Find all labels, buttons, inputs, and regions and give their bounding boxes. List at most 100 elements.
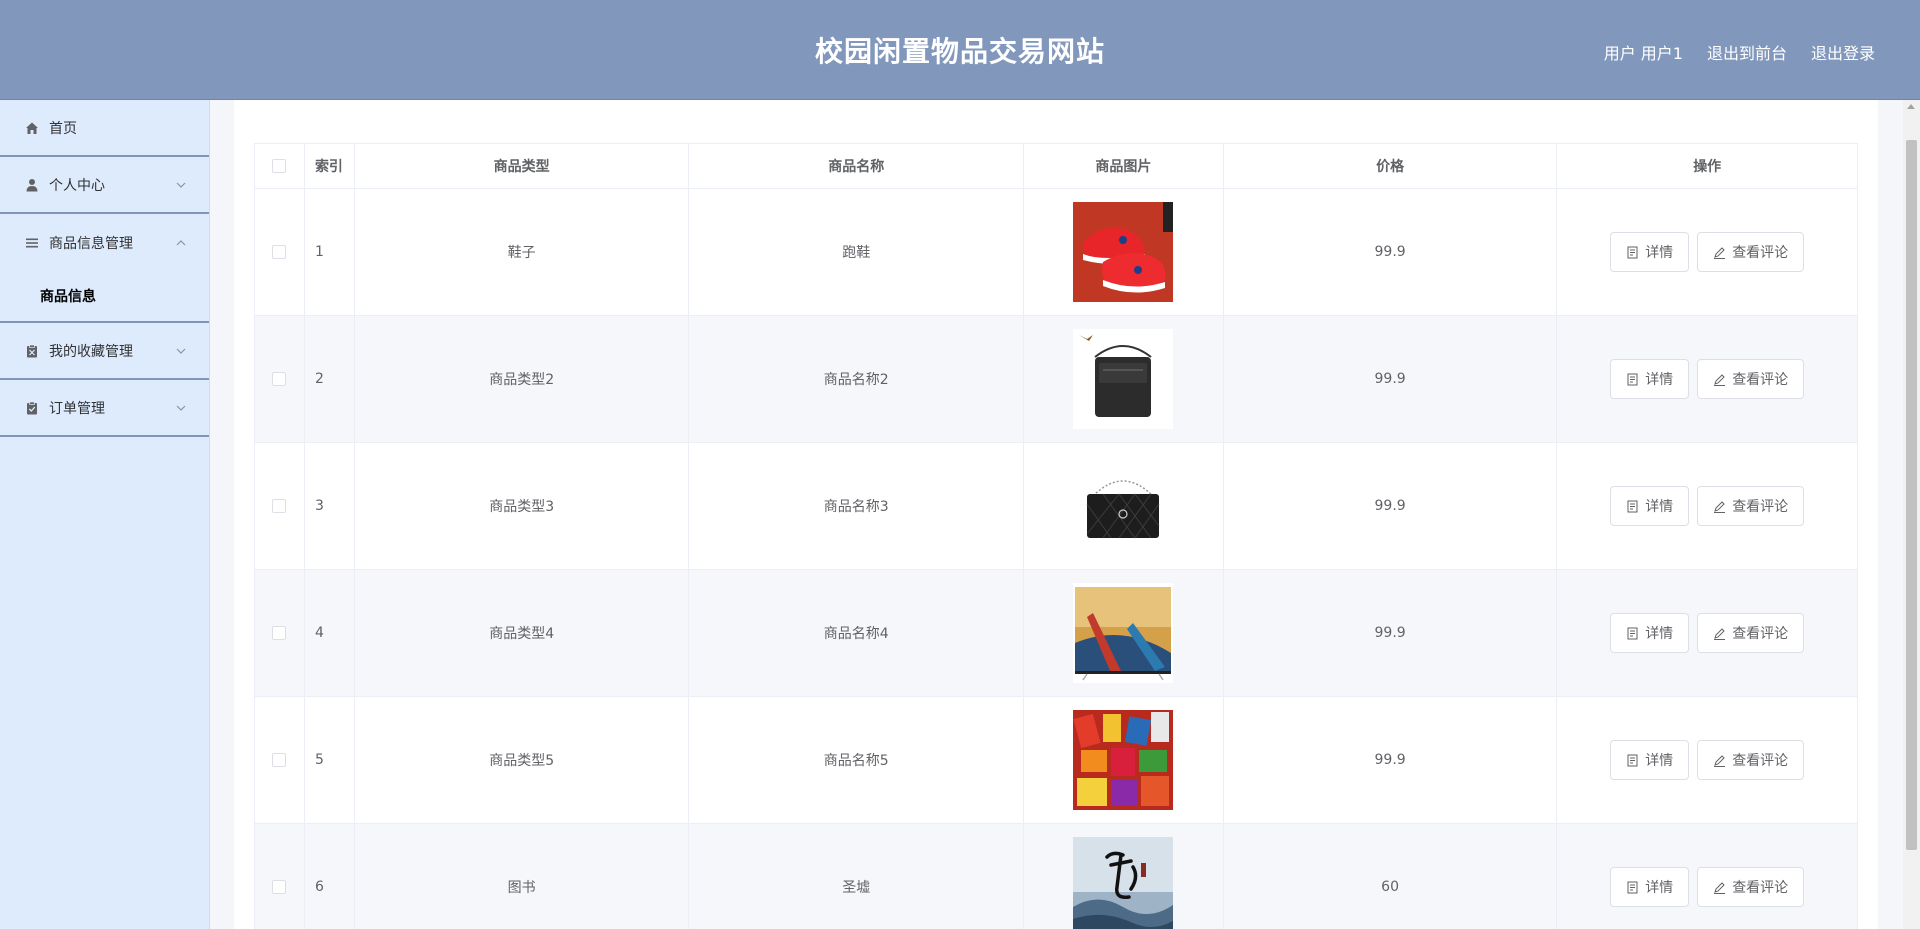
row-type: 商品类型2: [355, 316, 690, 442]
row-checkbox[interactable]: [272, 245, 287, 259]
row-price: 99.9: [1224, 189, 1558, 315]
row-type: 商品类型4: [355, 570, 690, 696]
row-price: 99.9: [1224, 697, 1558, 823]
header-price: 价格: [1224, 144, 1558, 188]
row-name: 商品名称5: [689, 697, 1025, 823]
sidebar-item-personal-center[interactable]: 个人中心: [0, 157, 209, 214]
sidebar: 首页 个人中心 商品信息管理 商品信息 我的收藏管理 订单管理: [0, 100, 210, 929]
row-name: 商品名称2: [689, 316, 1025, 442]
scrollbar-thumb[interactable]: [1906, 140, 1917, 850]
edit-icon: [1714, 627, 1726, 640]
row-price: 99.9: [1224, 316, 1558, 442]
edit-icon: [1714, 246, 1726, 259]
detail-button[interactable]: 详情: [1610, 359, 1690, 399]
view-comments-button[interactable]: 查看评论: [1697, 359, 1805, 399]
clipboard-icon: [24, 343, 40, 359]
chevron-down-icon: [176, 348, 186, 354]
select-all-checkbox[interactable]: [272, 159, 287, 173]
row-type: 图书: [355, 824, 690, 929]
back-to-front-link[interactable]: 退出到前台: [1707, 40, 1787, 64]
product-image-red-shoes[interactable]: [1073, 202, 1174, 302]
row-index: 6: [305, 824, 355, 929]
view-comments-button[interactable]: 查看评论: [1697, 486, 1805, 526]
row-type: 鞋子: [355, 189, 690, 315]
detail-button[interactable]: 详情: [1610, 486, 1690, 526]
table-row: 2 商品类型2 商品名称2 99.9 详情 查看评论: [255, 316, 1857, 443]
product-image-book-cover[interactable]: [1073, 837, 1174, 929]
document-icon: [1627, 881, 1638, 893]
sidebar-item-home[interactable]: 首页: [0, 100, 209, 157]
header-ops: 操作: [1693, 159, 1722, 175]
row-type: 商品类型3: [355, 443, 690, 569]
table-row: 1 鞋子 跑鞋 99.9 详情 查看评论: [255, 189, 1857, 316]
header-name: 商品名称: [689, 144, 1025, 188]
document-icon: [1627, 754, 1638, 766]
edit-icon: [1714, 754, 1726, 767]
chevron-up-icon: [176, 239, 186, 245]
view-comments-button[interactable]: 查看评论: [1697, 740, 1805, 780]
logout-link[interactable]: 退出登录: [1811, 40, 1875, 64]
row-name: 跑鞋: [689, 189, 1025, 315]
main-content: 索引 商品类型 商品名称 商品图片 价格 操作 1 鞋子 跑鞋 99.9 详情 …: [234, 100, 1878, 929]
chevron-down-icon: [176, 182, 186, 188]
product-image-snacks[interactable]: [1073, 710, 1174, 810]
sidebar-item-label: 我的收藏管理: [49, 343, 133, 360]
detail-button[interactable]: 详情: [1610, 867, 1690, 907]
sidebar-item-label: 订单管理: [49, 400, 105, 417]
row-index: 3: [305, 443, 355, 569]
row-index: 4: [305, 570, 355, 696]
row-price: 99.9: [1224, 570, 1558, 696]
header-actions: 用户 用户1 退出到前台 退出登录: [1604, 40, 1875, 64]
detail-button[interactable]: 详情: [1610, 232, 1690, 272]
view-comments-button[interactable]: 查看评论: [1697, 613, 1805, 653]
table-header: 索引 商品类型 商品名称 商品图片 价格 操作: [255, 144, 1857, 189]
edit-icon: [1714, 500, 1726, 513]
sidebar-item-label: 个人中心: [49, 177, 105, 194]
edit-icon: [1714, 373, 1726, 386]
sidebar-item-order-management[interactable]: 订单管理: [0, 380, 209, 437]
document-icon: [1627, 500, 1638, 512]
sidebar-item-label: 商品信息管理: [49, 235, 133, 252]
table-row: 6 图书 圣墟 60 详情 查看评论: [255, 824, 1857, 929]
scroll-up-arrow-icon[interactable]: [1907, 104, 1915, 109]
header-image: 商品图片: [1024, 144, 1224, 188]
chevron-down-icon: [176, 405, 186, 411]
product-image-quilted-handbag[interactable]: [1073, 456, 1174, 556]
table-row: 5 商品类型5 商品名称5 99.9 详情 查看评论: [255, 697, 1857, 824]
home-icon: [24, 120, 40, 136]
clipboard-check-icon: [24, 400, 40, 416]
row-type: 商品类型5: [355, 697, 690, 823]
row-index: 2: [305, 316, 355, 442]
row-name: 商品名称3: [689, 443, 1025, 569]
row-checkbox[interactable]: [272, 372, 287, 386]
view-comments-button[interactable]: 查看评论: [1697, 867, 1805, 907]
row-checkbox[interactable]: [272, 626, 287, 640]
document-icon: [1627, 627, 1638, 639]
row-checkbox[interactable]: [272, 499, 287, 513]
table-row: 3 商品类型3 商品名称3 99.9 详情 查看评论: [255, 443, 1857, 570]
row-price: 60: [1224, 824, 1558, 929]
view-comments-button[interactable]: 查看评论: [1697, 232, 1805, 272]
row-index: 1: [305, 189, 355, 315]
product-image-television[interactable]: [1073, 583, 1174, 683]
product-image-black-bag[interactable]: [1073, 329, 1174, 429]
user-label[interactable]: 用户 用户1: [1604, 40, 1683, 64]
row-name: 圣墟: [689, 824, 1025, 929]
row-name: 商品名称4: [689, 570, 1025, 696]
document-icon: [1627, 246, 1638, 258]
header-type: 商品类型: [355, 144, 690, 188]
table-row: 4 商品类型4 商品名称4 99.9 详情 查看评论: [255, 570, 1857, 697]
row-checkbox[interactable]: [272, 753, 287, 767]
vertical-scrollbar[interactable]: [1903, 100, 1920, 929]
sidebar-subitem-product-info[interactable]: 商品信息: [0, 271, 209, 323]
detail-button[interactable]: 详情: [1610, 613, 1690, 653]
menu-icon: [24, 235, 40, 251]
sidebar-item-label: 首页: [49, 120, 77, 137]
document-icon: [1627, 373, 1638, 385]
top-header: 校园闲置物品交易网站 用户 用户1 退出到前台 退出登录: [0, 0, 1920, 100]
sidebar-item-product-management[interactable]: 商品信息管理: [0, 214, 209, 271]
row-checkbox[interactable]: [272, 880, 287, 894]
detail-button[interactable]: 详情: [1610, 740, 1690, 780]
product-table: 索引 商品类型 商品名称 商品图片 价格 操作 1 鞋子 跑鞋 99.9 详情 …: [254, 143, 1858, 929]
sidebar-item-favorites-management[interactable]: 我的收藏管理: [0, 323, 209, 380]
